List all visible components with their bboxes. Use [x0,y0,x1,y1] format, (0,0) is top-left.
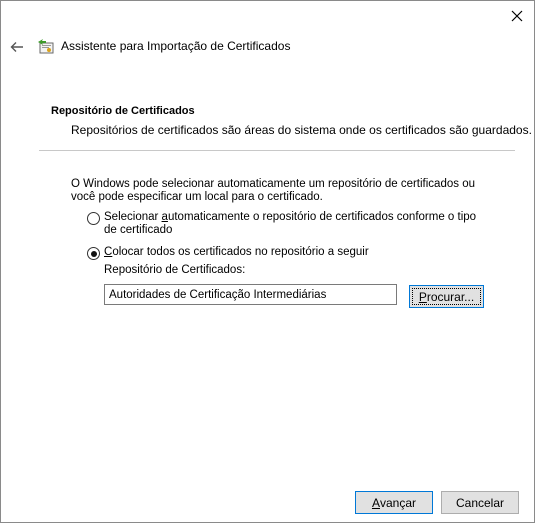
certificate-wizard-icon [38,39,54,54]
radio-button-manual[interactable] [87,247,100,260]
section-title: Repositório de Certificados [51,105,195,117]
close-button[interactable] [500,1,534,31]
radio-option-automatic[interactable]: Selecionar automaticamente o repositório… [87,211,484,237]
header-separator [39,150,515,151]
wizard-title: Assistente para Importação de Certificad… [61,39,291,53]
browse-button[interactable]: Procurar... [409,285,484,308]
store-label: Repositório de Certificados: [104,264,246,276]
close-icon [511,10,523,22]
intro-text: O Windows pode selecionar automaticament… [71,178,475,203]
section-description: Repositórios de certificados são áreas d… [71,123,532,137]
radio-label-automatic[interactable]: Selecionar automaticamente o repositório… [104,211,484,237]
radio-button-automatic[interactable] [87,212,100,225]
back-button[interactable] [7,37,27,57]
radio-option-manual[interactable]: Colocar todos os certificados no reposit… [87,246,484,260]
store-field[interactable] [104,284,397,305]
back-arrow-icon [10,42,23,52]
wizard-window: Assistente para Importação de Certificad… [0,0,535,523]
radio-label-manual[interactable]: Colocar todos os certificados no reposit… [104,246,484,259]
next-button[interactable]: Avançar [355,491,433,514]
cancel-button[interactable]: Cancelar [441,491,519,514]
